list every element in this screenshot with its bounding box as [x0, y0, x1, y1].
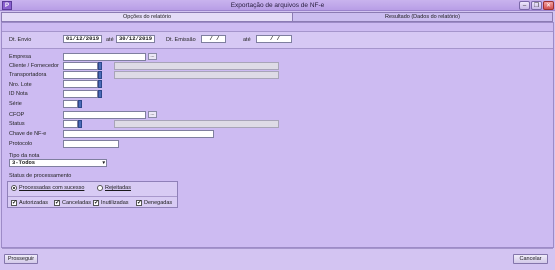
title-bar: P Exportação de arquivos de NF-e – ❐ ✕ [0, 0, 555, 11]
status-processamento-group: Processadas com sucesso Rejeitadas ✓ Aut… [7, 181, 178, 208]
radio-processadas-label: Processadas com sucesso [19, 185, 85, 191]
check-autorizadas[interactable]: ✓ Autorizadas [11, 199, 48, 206]
status-label: Status [9, 121, 25, 127]
transportadora-code-field[interactable] [63, 71, 98, 79]
check-inutilizadas[interactable]: ✓ Inutilizadas [93, 199, 129, 206]
nro-lote-field[interactable] [63, 80, 98, 88]
check-canceladas-label: Canceladas [62, 199, 92, 206]
tipo-nota-select[interactable]: 3-Todos ▾ [9, 159, 107, 167]
id-nota-label: ID Nota [9, 91, 28, 97]
cliente-label: Cliente / Fornecedor [9, 63, 59, 69]
cfop-label: CFOP [9, 112, 25, 118]
cliente-code-field[interactable] [63, 62, 98, 70]
window-title: Exportação de arquivos de NF-e [230, 2, 325, 9]
status-processamento-label: Status de processamento [9, 173, 72, 179]
restore-button[interactable]: ❐ [531, 1, 542, 10]
dt-emissao-to-field[interactable]: / / [256, 35, 292, 43]
check-canceladas[interactable]: ✓ Canceladas [54, 199, 91, 206]
cliente-search-button[interactable] [98, 62, 102, 70]
dt-emissao-from-field[interactable]: / / [201, 35, 226, 43]
tab-strip: Opções do relatório Resultado (Dados do … [0, 12, 555, 22]
chave-nfe-field[interactable] [63, 130, 214, 138]
tab-report-options[interactable]: Opções do relatório [1, 12, 293, 22]
check-denegadas-label: Denegadas [144, 199, 173, 206]
cfop-field[interactable] [63, 111, 146, 119]
cfop-lookup-button[interactable]: ... [148, 111, 157, 118]
radio-rejeitadas-icon [97, 185, 103, 191]
ate-label-1: até [106, 37, 114, 43]
status-name-field [114, 120, 279, 128]
tipo-nota-value: 3-Todos [12, 159, 36, 166]
tab-report-results[interactable]: Resultado (Dados do relatório) [293, 12, 553, 22]
transportadora-search-button[interactable] [98, 71, 102, 79]
radio-processadas-icon [11, 185, 17, 191]
check-denegadas[interactable]: ✓ Denegadas [136, 199, 172, 206]
empresa-label: Empresa [9, 54, 32, 60]
serie-spinner[interactable] [78, 100, 82, 108]
close-button[interactable]: ✕ [543, 1, 554, 10]
ate-label-2: até [243, 37, 251, 43]
transportadora-label: Transportadora [9, 72, 47, 78]
radio-rejeitadas[interactable]: Rejeitadas [97, 184, 131, 192]
nro-lote-spinner[interactable] [98, 80, 102, 88]
nro-lote-label: Nro. Lote [9, 82, 32, 88]
serie-field[interactable] [63, 100, 78, 108]
check-inutilizadas-box: ✓ [93, 199, 100, 206]
dt-envio-label: Dt. Envio [9, 37, 32, 43]
status-code-field[interactable] [63, 120, 78, 128]
dt-emissao-label: Dt. Emissão [166, 37, 196, 43]
check-inutilizadas-label: Inutilizadas [101, 199, 129, 206]
dt-envio-from-field[interactable]: 01/12/2019 [63, 35, 102, 43]
minimize-button[interactable]: – [519, 1, 530, 10]
prosseguir-button[interactable]: Prosseguir [4, 254, 38, 264]
serie-label: Série [9, 101, 22, 107]
status-checkbox-row: ✓ Autorizadas ✓ Canceladas ✓ Inutilizada… [8, 196, 177, 206]
empresa-field[interactable] [63, 53, 146, 61]
chevron-down-icon: ▾ [102, 160, 105, 166]
chave-nfe-label: Chave de NF-e [9, 131, 47, 137]
empresa-lookup-button[interactable]: ... [148, 53, 157, 60]
dt-envio-to-field[interactable]: 30/12/2019 [116, 35, 155, 43]
radio-processadas[interactable]: Processadas com sucesso [11, 184, 84, 192]
check-autorizadas-box: ✓ [11, 199, 18, 206]
footer-divider [2, 248, 553, 249]
check-canceladas-box: ✓ [54, 199, 61, 206]
check-autorizadas-label: Autorizadas [19, 199, 49, 206]
transportadora-name-field [114, 71, 279, 79]
radio-rejeitadas-label: Rejeitadas [105, 185, 131, 191]
id-nota-field[interactable] [63, 90, 98, 98]
cliente-name-field [114, 62, 279, 70]
cancelar-button[interactable]: Cancelar [513, 254, 548, 264]
protocolo-label: Protocolo [9, 141, 33, 147]
protocolo-field[interactable] [63, 140, 119, 148]
check-denegadas-box: ✓ [136, 199, 143, 206]
id-nota-spinner[interactable] [98, 90, 102, 98]
status-search-button[interactable] [78, 120, 82, 128]
